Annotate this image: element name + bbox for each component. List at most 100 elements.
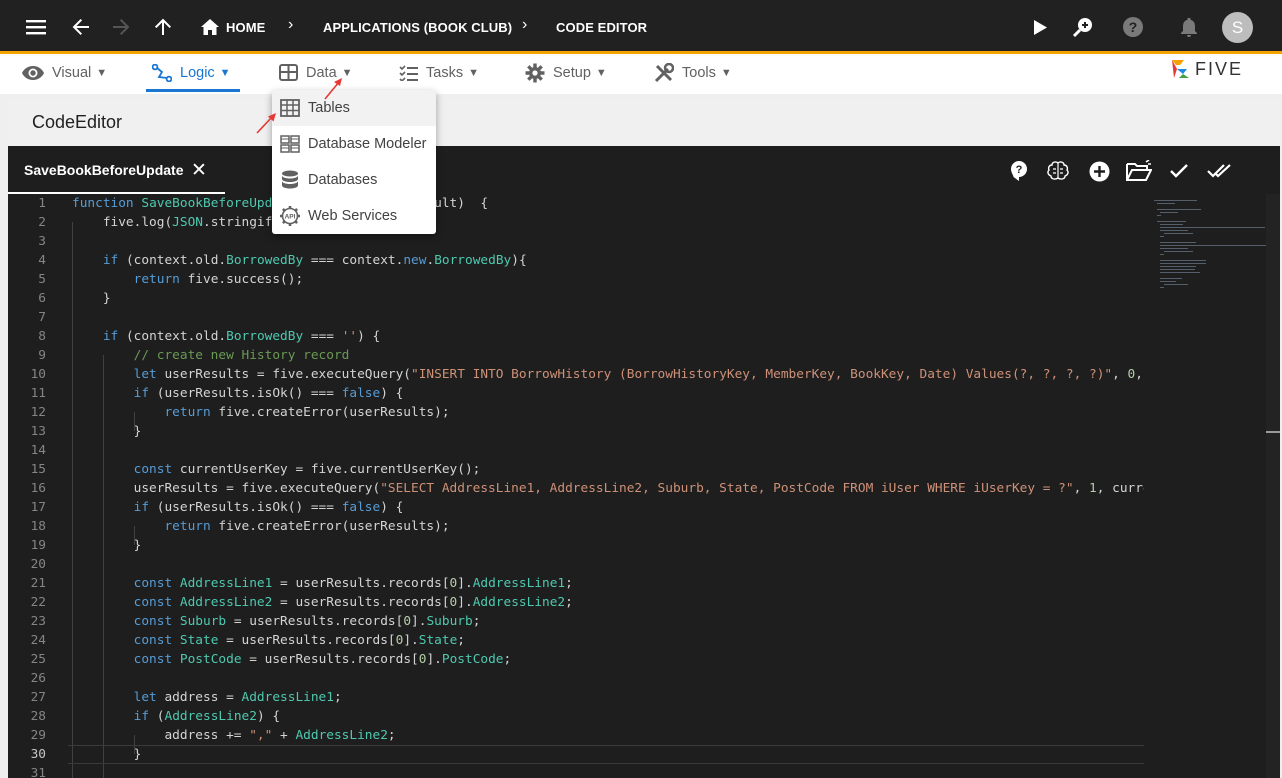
menu-tools[interactable]: Tools ▼: [654, 54, 732, 91]
menu-logic[interactable]: Logic ▼: [146, 54, 240, 92]
line-source: }: [72, 424, 142, 439]
minimap-line: [1157, 203, 1175, 204]
svg-text:?: ?: [1129, 19, 1138, 35]
play-icon[interactable]: [1030, 0, 1050, 54]
close-icon[interactable]: ✕: [191, 159, 207, 182]
minimap-line: [1157, 221, 1186, 222]
brain-icon[interactable]: [1045, 158, 1071, 184]
folder-open-icon[interactable]: [1126, 158, 1152, 184]
minimap-line: [1160, 272, 1200, 273]
line-number: 11: [30, 386, 46, 401]
line-number: 6: [38, 291, 46, 306]
caret-down-icon: ▼: [595, 66, 607, 79]
code-editor[interactable]: 1 function SaveBookBeforeUpd sult) {2 fiv…: [8, 194, 1144, 778]
minimap-line: [1160, 248, 1189, 249]
code-line: 30 }: [8, 745, 1144, 764]
line-number: 5: [38, 272, 46, 287]
line-source: let userResults = five.executeQuery("INS…: [133, 367, 1143, 382]
code-line: 21 const AddressLine1 = userResults.reco…: [8, 574, 1144, 593]
code-line: 24 const State = userResults.records[0].…: [8, 631, 1144, 650]
help-icon[interactable]: ?: [1121, 0, 1145, 54]
line-number: 10: [30, 367, 46, 382]
caret-down-icon: ▼: [219, 66, 231, 79]
menu-tasks[interactable]: Tasks ▼: [399, 54, 479, 91]
menu-item-database-modeler-label: Database Modeler: [308, 136, 427, 152]
minimap-line: [1160, 287, 1165, 288]
code-line: 7: [8, 308, 1144, 327]
up-arrow-icon[interactable]: [150, 0, 176, 54]
minimap-line: [1160, 278, 1182, 279]
line-source: return five.createError(userResults);: [164, 405, 450, 420]
menu-item-tables[interactable]: Tables: [272, 90, 436, 126]
line-source: // create new History record: [133, 348, 350, 363]
forward-arrow-icon[interactable]: [108, 0, 134, 54]
editor-header: SaveBookBeforeUpdate ✕ ?: [8, 146, 1280, 194]
minimap-line: [1160, 269, 1195, 270]
line-source: five.log(JSON.stringif: [72, 215, 273, 230]
hamburger-menu-icon[interactable]: [22, 0, 50, 54]
code-line: 28 if (AddressLine2) {: [8, 707, 1144, 726]
line-number: 29: [30, 728, 46, 743]
breadcrumb-code-editor: CODE EDITOR: [556, 20, 648, 35]
line-number: 28: [30, 709, 46, 724]
line-source: const AddressLine2 = userResults.records…: [133, 595, 573, 610]
line-number: 12: [30, 405, 46, 420]
annotation-arrow-icon: [256, 113, 276, 134]
line-number: 30: [30, 747, 46, 762]
minimap-line: [1154, 200, 1198, 201]
tasks-icon: [399, 64, 418, 81]
code-minimap[interactable]: [1144, 194, 1280, 778]
back-arrow-icon[interactable]: [68, 0, 94, 54]
help-bubble-icon[interactable]: ?: [1006, 158, 1032, 184]
minimap-line: [1160, 230, 1189, 231]
minimap-line: [1160, 212, 1178, 213]
line-number: 19: [30, 538, 46, 553]
check-icon[interactable]: [1166, 158, 1192, 184]
menu-setup-label: Setup: [553, 64, 591, 81]
minimap-line: [1160, 242, 1197, 243]
menu-visual[interactable]: Visual ▼: [22, 54, 107, 91]
minimap-line: [1163, 251, 1194, 252]
code-line: 13 }: [8, 422, 1144, 441]
annotation-arrow-icon: [324, 78, 342, 100]
menu-item-databases[interactable]: Databases: [272, 162, 436, 198]
breadcrumb-applications[interactable]: APPLICATIONS (BOOK CLUB): [323, 20, 512, 35]
code-line: 31: [8, 764, 1144, 778]
double-check-icon[interactable]: [1206, 158, 1232, 184]
code-line: 14: [8, 441, 1144, 460]
minimap-line: [1157, 215, 1162, 216]
menu-visual-label: Visual: [52, 64, 92, 81]
line-source: if (userResults.isOk() === false) {: [133, 500, 404, 515]
gear-icon: [525, 63, 545, 83]
line-source: }: [72, 538, 142, 553]
add-circle-icon[interactable]: [1086, 158, 1112, 184]
line-number: 25: [30, 652, 46, 667]
minimap-line: [1163, 284, 1188, 285]
line-number: 4: [38, 253, 46, 268]
home-icon[interactable]: [200, 0, 220, 54]
line-number: 26: [30, 671, 46, 686]
editor-tab[interactable]: SaveBookBeforeUpdate ✕: [8, 146, 225, 194]
scrollbar-position-marker: [1266, 431, 1280, 433]
caret-down-icon: ▼: [720, 66, 732, 79]
code-line: 17 if (userResults.isOk() === false) {: [8, 498, 1144, 517]
minimap-line: [1160, 254, 1165, 255]
minimap-line: [1160, 260, 1206, 261]
breadcrumb-home[interactable]: HOME: [226, 20, 265, 35]
bell-icon[interactable]: [1178, 0, 1200, 54]
menu-item-web-services[interactable]: API Web Services: [272, 198, 436, 234]
search-debug-icon[interactable]: [1070, 0, 1096, 54]
line-number: 18: [30, 519, 46, 534]
minimap-line: [1160, 245, 1266, 246]
menu-setup[interactable]: Setup ▼: [525, 54, 607, 91]
menu-item-database-modeler[interactable]: Database Modeler: [272, 126, 436, 162]
table-icon: [279, 64, 298, 81]
code-line: 22 const AddressLine2 = userResults.reco…: [8, 593, 1144, 612]
main-menu-bar: Visual ▼ Logic ▼ Data ▼ Tasks ▼ Setup ▼ Tools…: [0, 54, 1282, 94]
vertical-scrollbar[interactable]: [1266, 194, 1280, 778]
menu-item-tables-label: Tables: [308, 100, 350, 116]
code-line: 15 const currentUserKey = five.currentUs…: [8, 460, 1144, 479]
current-line-highlight: [68, 745, 1144, 764]
avatar[interactable]: S: [1222, 12, 1253, 43]
line-source: if (userResults.isOk() === false) {: [133, 386, 404, 401]
